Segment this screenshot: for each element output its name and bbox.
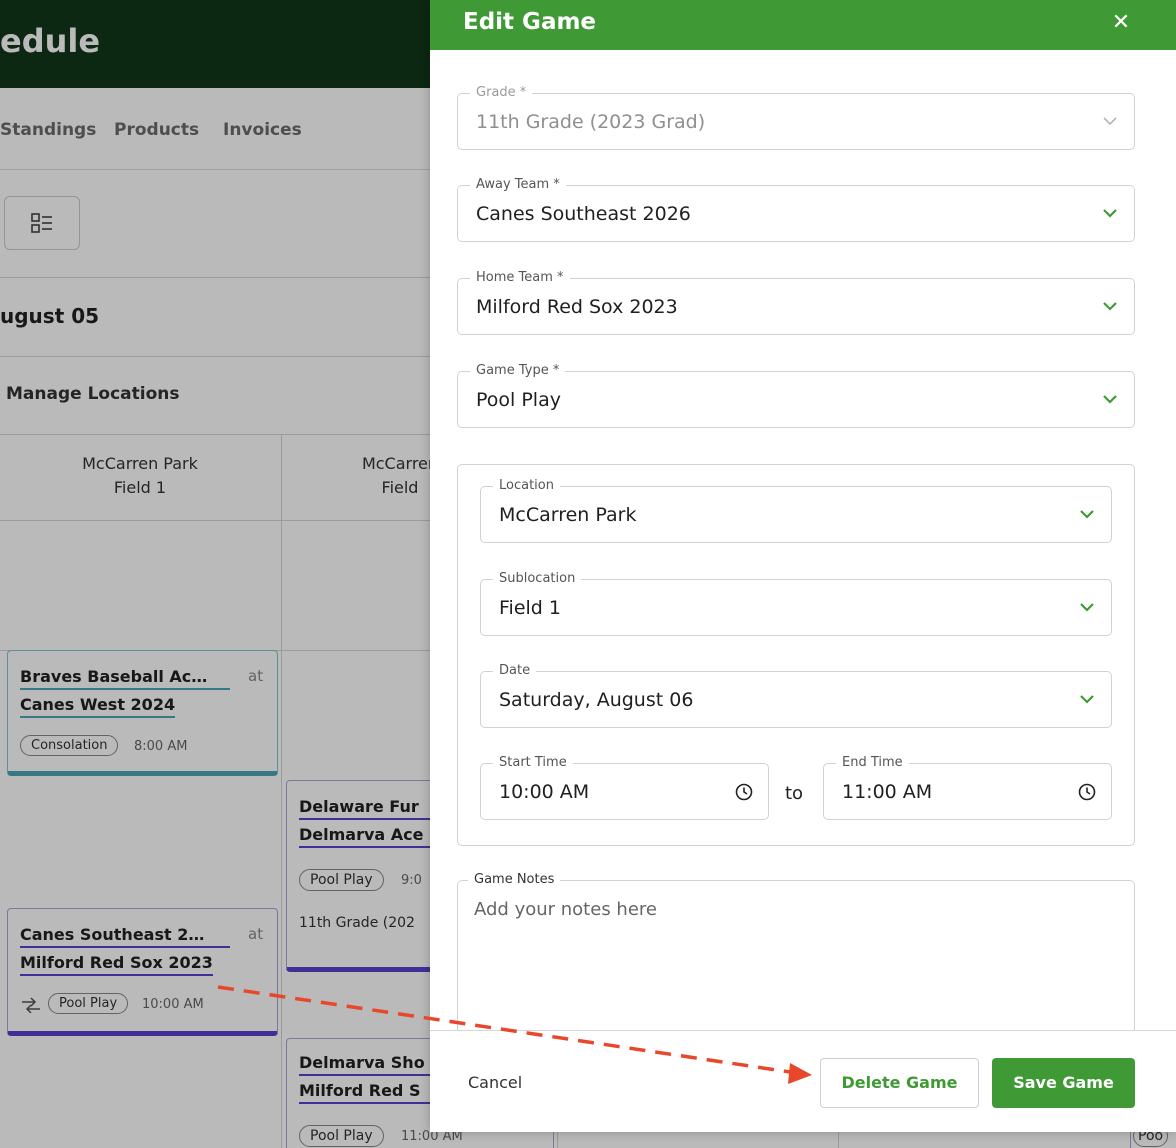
start-time-label: Start Time (493, 755, 573, 770)
location-value: McCarren Park (499, 504, 637, 526)
game-type-value: Pool Play (476, 389, 561, 411)
chevron-down-icon (1103, 209, 1117, 218)
chevron-down-icon (1103, 117, 1117, 126)
grade-label: Grade * (470, 85, 533, 100)
date-value: Saturday, August 06 (499, 689, 694, 711)
game-notes-field: Game Notes (457, 872, 1135, 1050)
dialog-title: Edit Game (463, 9, 597, 35)
home-team-value: Milford Red Sox 2023 (476, 296, 678, 318)
close-icon: ✕ (1111, 10, 1131, 35)
dialog-footer: Cancel Delete Game Save Game (430, 1030, 1176, 1132)
clock-icon[interactable] (734, 782, 754, 802)
game-type-select[interactable]: Game Type * Pool Play (457, 363, 1135, 428)
game-notes-label: Game Notes (468, 872, 561, 887)
cancel-button[interactable]: Cancel (468, 1073, 522, 1092)
end-time-label: End Time (836, 755, 909, 770)
sublocation-value: Field 1 (499, 597, 561, 619)
away-team-label: Away Team * (470, 177, 566, 192)
to-label: to (785, 783, 804, 804)
clock-icon[interactable] (1077, 782, 1097, 802)
edit-game-dialog: Edit Game ✕ Grade * 11th Grade (2023 Gra… (430, 0, 1176, 1132)
chevron-down-icon (1103, 302, 1117, 311)
end-time-value: 11:00 AM (842, 781, 933, 803)
away-team-value: Canes Southeast 2026 (476, 203, 691, 225)
location-label: Location (493, 478, 560, 493)
close-button[interactable]: ✕ (1106, 8, 1136, 38)
chevron-down-icon (1080, 510, 1094, 519)
grade-select: Grade * 11th Grade (2023 Grad) (457, 85, 1135, 150)
game-type-label: Game Type * (470, 363, 566, 378)
save-game-button[interactable]: Save Game (992, 1058, 1135, 1108)
sublocation-label: Sublocation (493, 571, 582, 586)
chevron-down-icon (1080, 695, 1094, 704)
chevron-down-icon (1080, 603, 1094, 612)
start-time-input[interactable]: Start Time 10:00 AM (480, 755, 769, 820)
home-team-label: Home Team * (470, 270, 570, 285)
start-time-value: 10:00 AM (499, 781, 590, 803)
away-team-select[interactable]: Away Team * Canes Southeast 2026 (457, 177, 1135, 242)
delete-game-button[interactable]: Delete Game (820, 1058, 979, 1108)
location-select[interactable]: Location McCarren Park (480, 478, 1112, 543)
location-group: Location McCarren Park Sublocation Field… (457, 464, 1135, 846)
home-team-select[interactable]: Home Team * Milford Red Sox 2023 (457, 270, 1135, 335)
grade-value: 11th Grade (2023 Grad) (476, 111, 706, 133)
date-picker[interactable]: Date Saturday, August 06 (480, 663, 1112, 728)
chevron-down-icon (1103, 395, 1117, 404)
game-notes-textarea[interactable] (474, 899, 1114, 1029)
end-time-input[interactable]: End Time 11:00 AM (823, 755, 1112, 820)
date-label: Date (493, 663, 537, 678)
dialog-header: Edit Game ✕ (430, 0, 1176, 50)
sublocation-select[interactable]: Sublocation Field 1 (480, 571, 1112, 636)
